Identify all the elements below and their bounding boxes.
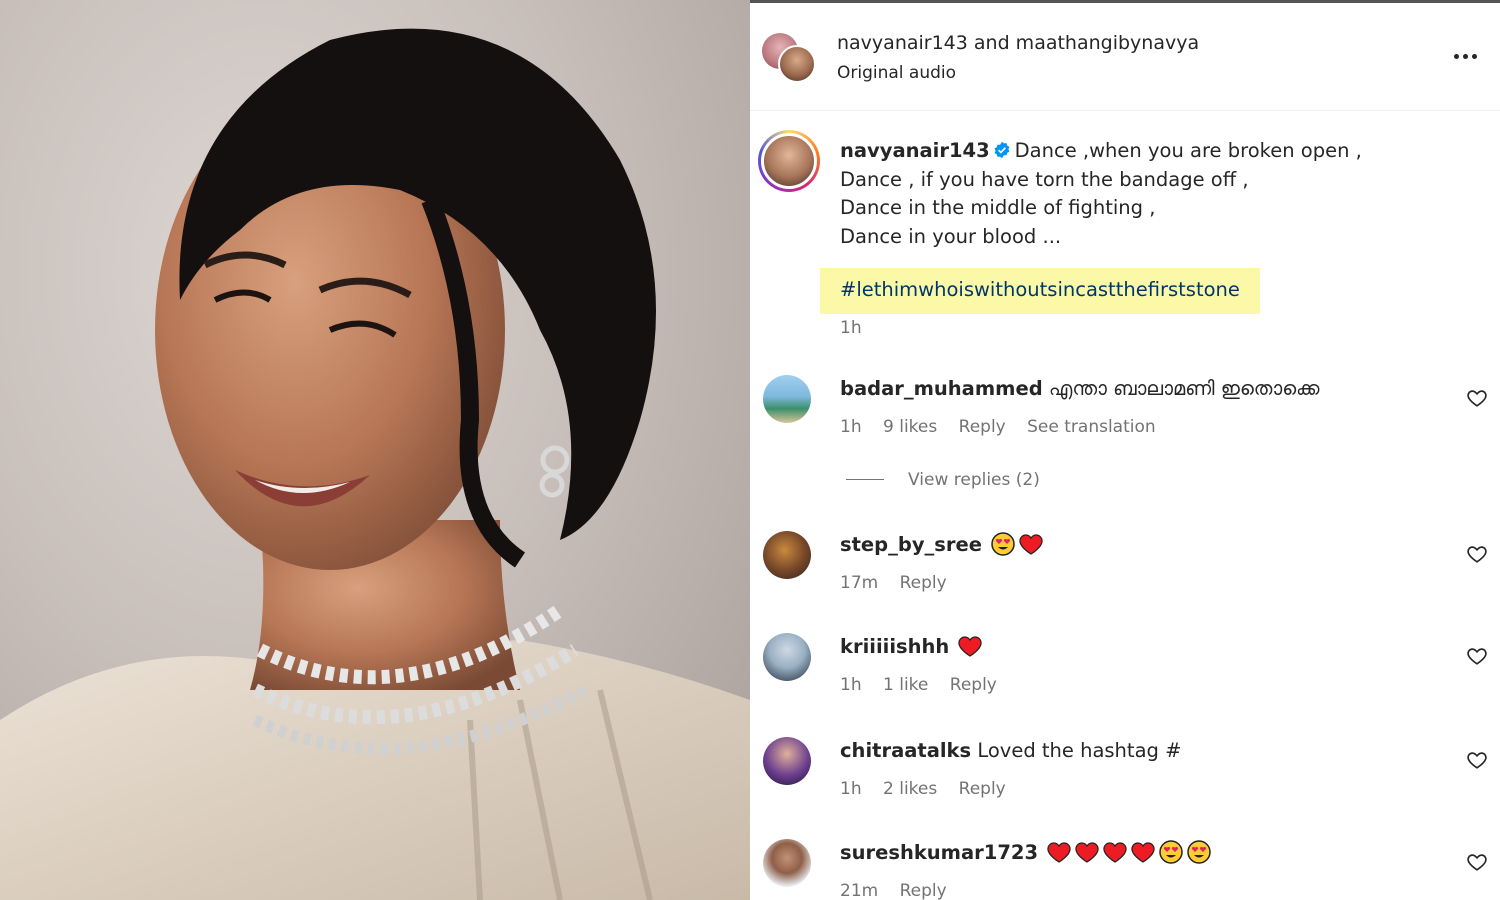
comment-time[interactable]: 17m bbox=[840, 573, 878, 593]
comment-meta: 17m Reply bbox=[840, 573, 963, 593]
caption-timestamp[interactable]: 1h bbox=[840, 318, 862, 338]
more-icon-dot bbox=[1462, 53, 1468, 59]
more-icon-dot bbox=[1471, 53, 1477, 59]
collab-avatars[interactable] bbox=[762, 33, 818, 89]
reply-button[interactable]: Reply bbox=[900, 573, 947, 593]
heart-eyes-emoji-icon bbox=[1187, 840, 1211, 864]
comments-panel: navyanair143 and maathangibynavya Origin… bbox=[750, 0, 1500, 900]
comment-text: Loved the hashtag # bbox=[977, 739, 1182, 762]
heart-eyes-emoji-icon bbox=[1159, 840, 1183, 864]
commenter-username[interactable]: sureshkumar1723 bbox=[840, 841, 1038, 864]
comment-body: chitraatalks Loved the hashtag # bbox=[840, 737, 1181, 765]
comment-meta: 1h 9 likes Reply See translation bbox=[840, 417, 1172, 437]
comment-time[interactable]: 1h bbox=[840, 675, 862, 695]
view-replies-button[interactable]: View replies (2) bbox=[846, 470, 1040, 490]
verified-badge-icon bbox=[994, 141, 1010, 159]
commenter-username[interactable]: chitraatalks bbox=[840, 739, 971, 762]
portrait-illustration bbox=[0, 28, 750, 900]
avatar-navyanair143[interactable] bbox=[778, 45, 816, 83]
red-heart-emoji-icon bbox=[958, 636, 983, 657]
comment-time[interactable]: 1h bbox=[840, 779, 862, 799]
commenter-avatar[interactable] bbox=[763, 839, 811, 887]
comment-meta: 21m Reply bbox=[840, 881, 963, 900]
post-authors[interactable]: navyanair143 and maathangibynavya bbox=[837, 32, 1199, 54]
reply-button[interactable]: Reply bbox=[959, 417, 1006, 437]
commenter-avatar[interactable] bbox=[763, 375, 811, 423]
comment-text: എന്താ ബാലാമണി ഇതൊക്കെ bbox=[1048, 377, 1320, 400]
post-header: navyanair143 and maathangibynavya Origin… bbox=[750, 3, 1500, 111]
red-heart-emoji-icon bbox=[1103, 842, 1127, 863]
post-photo bbox=[0, 0, 750, 900]
view-replies-label: View replies (2) bbox=[908, 470, 1040, 490]
comment-likes[interactable]: 2 likes bbox=[883, 779, 937, 799]
commenter-username[interactable]: badar_muhammed bbox=[840, 377, 1043, 400]
comment-body: badar_muhammed എന്താ ബാലാമണി ഇതൊക്കെ bbox=[840, 375, 1319, 403]
see-translation-button[interactable]: See translation bbox=[1027, 417, 1156, 437]
reply-button[interactable]: Reply bbox=[900, 881, 947, 900]
red-heart-emoji-icon bbox=[1075, 842, 1099, 863]
commenter-username[interactable]: kriiiiishhh bbox=[840, 635, 949, 658]
heart-outline-icon[interactable] bbox=[1466, 749, 1488, 771]
reply-button[interactable]: Reply bbox=[959, 779, 1006, 799]
comment-meta: 1h 1 like Reply bbox=[840, 675, 1013, 695]
red-heart-emoji-icon bbox=[1131, 842, 1155, 863]
comment-time[interactable]: 1h bbox=[840, 417, 862, 437]
comment-likes[interactable]: 1 like bbox=[883, 675, 928, 695]
commenter-avatar[interactable] bbox=[763, 737, 811, 785]
red-heart-emoji-icon bbox=[1019, 534, 1043, 555]
audio-label[interactable]: Original audio bbox=[837, 63, 956, 83]
caption-username[interactable]: navyanair143 bbox=[840, 139, 990, 162]
caption-hashtag[interactable]: #lethimwhoiswithoutsincastthefirststone bbox=[840, 278, 1240, 301]
comment-body: step_by_sree bbox=[840, 531, 1044, 559]
comment-body: kriiiiishhh bbox=[840, 633, 983, 661]
caption-line-2: Dance , if you have torn the bandage off… bbox=[840, 167, 1249, 191]
replies-divider bbox=[846, 479, 884, 480]
comment-meta: 1h 2 likes Reply bbox=[840, 779, 1022, 799]
commenter-avatar[interactable] bbox=[763, 531, 811, 579]
post-caption: navyanair143 Dance ,when you are broken o… bbox=[840, 137, 1362, 251]
caption-author-avatar[interactable] bbox=[758, 130, 820, 192]
heart-outline-icon[interactable] bbox=[1466, 851, 1488, 873]
comment-likes[interactable]: 9 likes bbox=[883, 417, 937, 437]
comment-time[interactable]: 21m bbox=[840, 881, 878, 900]
more-options-button[interactable] bbox=[1448, 43, 1482, 69]
caption-line-4: Dance in your blood ... bbox=[840, 224, 1062, 248]
red-heart-emoji-icon bbox=[1047, 842, 1071, 863]
heart-outline-icon[interactable] bbox=[1466, 543, 1488, 565]
more-icon bbox=[1453, 53, 1459, 59]
heart-outline-icon[interactable] bbox=[1466, 387, 1488, 409]
comment-body: sureshkumar1723 bbox=[840, 839, 1212, 867]
heart-eyes-emoji-icon bbox=[991, 532, 1015, 556]
reply-button[interactable]: Reply bbox=[950, 675, 997, 695]
heart-outline-icon[interactable] bbox=[1466, 645, 1488, 667]
commenter-username[interactable]: step_by_sree bbox=[840, 533, 982, 556]
caption-line-3: Dance in the middle of fighting , bbox=[840, 196, 1156, 219]
commenter-avatar[interactable] bbox=[763, 633, 811, 681]
caption-line-1: Dance ,when you are broken open , bbox=[1014, 139, 1362, 162]
